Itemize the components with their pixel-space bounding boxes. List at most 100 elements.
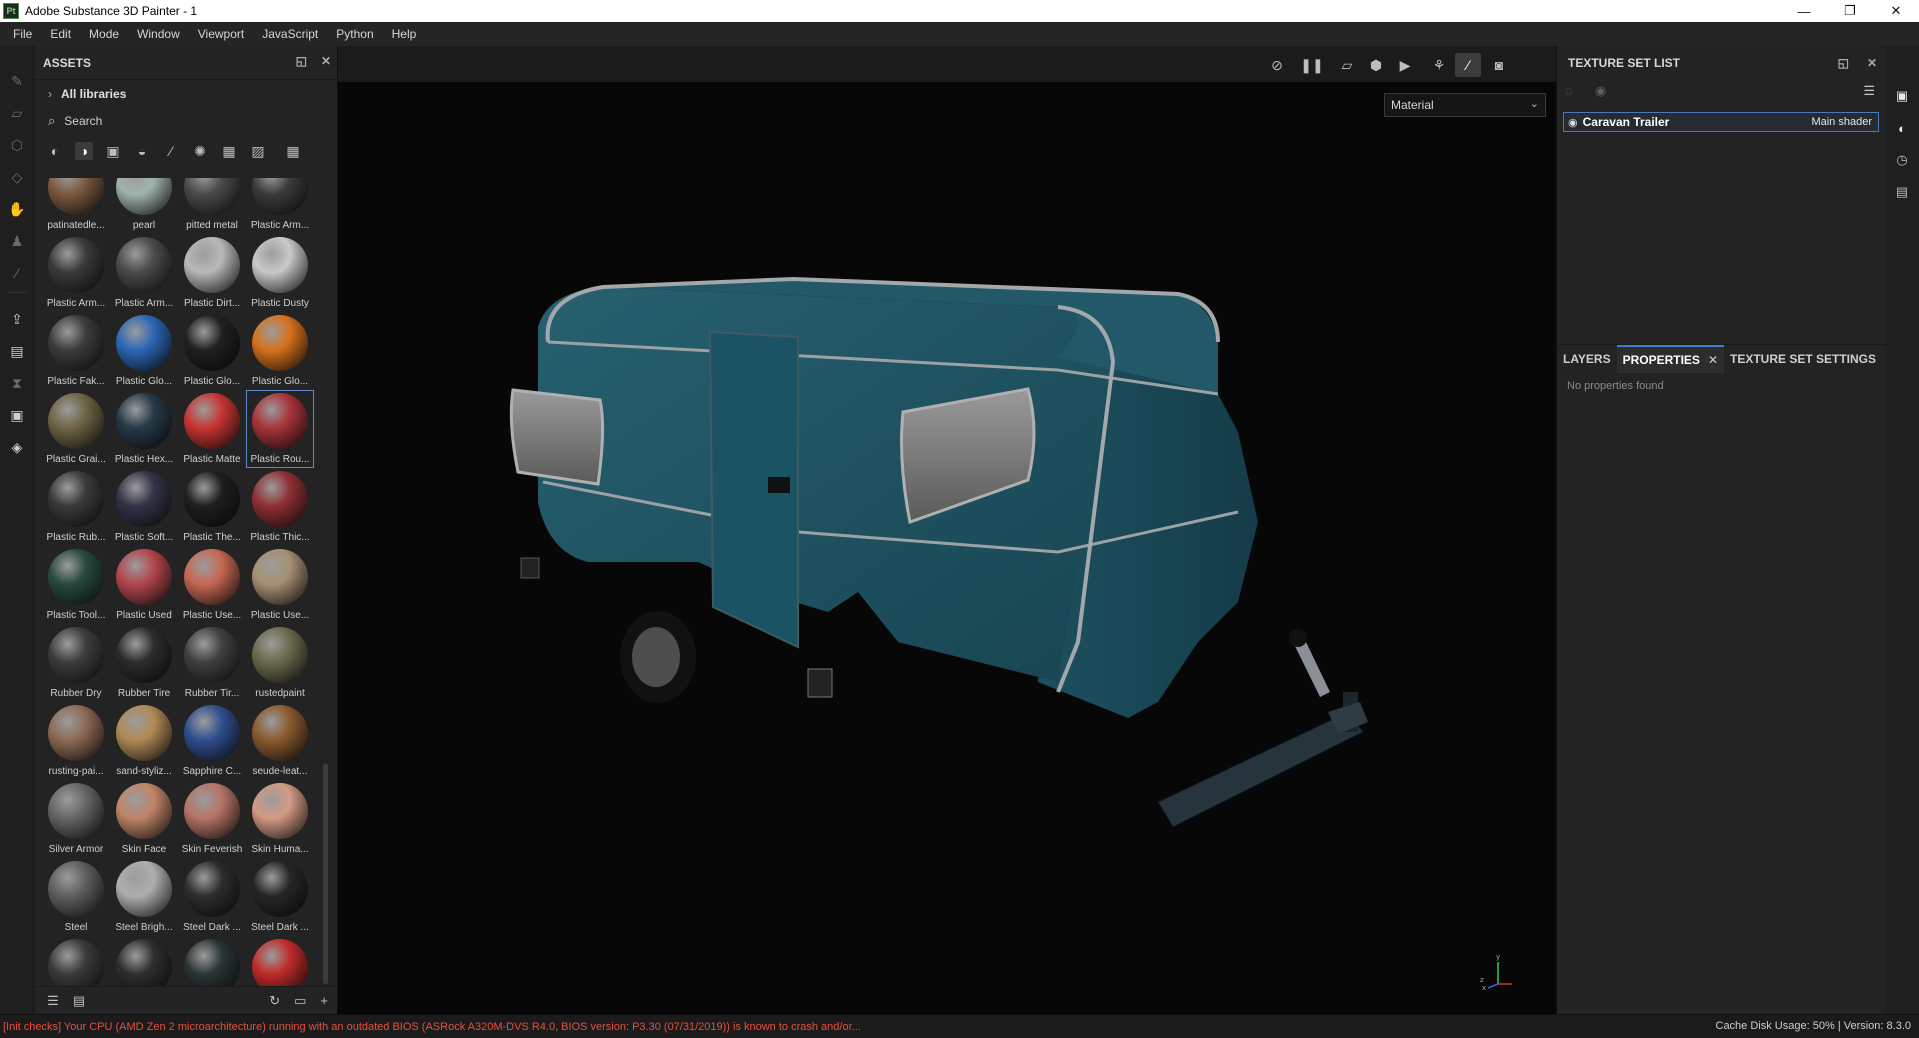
asset-tile[interactable]: rustedpaint — [246, 624, 314, 702]
filter-masks-icon[interactable]: ▣ — [104, 142, 122, 160]
asset-tile[interactable]: sand-styliz... — [110, 702, 178, 780]
close-tab-icon[interactable]: ✕ — [1708, 353, 1718, 367]
menu-help[interactable]: Help — [383, 22, 426, 46]
filter-environments-icon[interactable]: ▨ — [249, 142, 267, 160]
asset-tile[interactable] — [246, 936, 314, 986]
symmetry-icon[interactable]: ⚘ — [1426, 53, 1452, 77]
viewport[interactable]: ⊘ ❚❚ ▱ ⬢ ▶ ⚘ ⁄ ◙ Material ⌄ y z x — [338, 46, 1556, 1014]
pause-icon[interactable]: ❚❚ — [1299, 53, 1325, 77]
asset-tile[interactable]: Plastic Matte — [178, 390, 246, 468]
color-picker-tool-icon[interactable]: ⁄ — [6, 262, 28, 284]
filter-options-icon[interactable]: ▤ — [67, 993, 91, 1009]
caravan-trailer-model[interactable] — [338, 82, 1556, 1014]
asset-tile[interactable]: Plastic Arm... — [42, 234, 110, 312]
asset-tile[interactable]: Plastic Arm... — [246, 178, 314, 234]
camera-icon[interactable]: ▶ — [1392, 53, 1418, 77]
asset-tile[interactable]: Plastic Rub... — [42, 468, 110, 546]
asset-tile[interactable]: Plastic Grai... — [42, 390, 110, 468]
menu-window[interactable]: Window — [128, 22, 189, 46]
asset-tile[interactable]: Sapphire C... — [178, 702, 246, 780]
asset-tile[interactable]: patinatedle... — [42, 178, 110, 234]
refresh-icon[interactable]: ↻ — [269, 993, 280, 1009]
asset-tile[interactable]: Plastic Glo... — [178, 312, 246, 390]
menu-javascript[interactable]: JavaScript — [253, 22, 327, 46]
filter-textures-icon[interactable]: ▦ — [220, 142, 238, 160]
shelf-icon[interactable]: ◈ — [6, 436, 28, 458]
asset-tile[interactable]: pearl — [110, 178, 178, 234]
asset-tile[interactable]: Skin Feverish — [178, 780, 246, 858]
tab-texture-set-settings[interactable]: TEXTURE SET SETTINGS — [1724, 345, 1882, 373]
close-panel-icon[interactable]: ✕ — [321, 54, 331, 68]
asset-tile[interactable]: Steel — [42, 858, 110, 936]
menu-icon[interactable]: ☰ — [1863, 83, 1875, 99]
visibility-eye-icon[interactable]: ◉ — [1568, 116, 1578, 129]
library-icon[interactable]: ▣ — [6, 404, 28, 426]
asset-tile[interactable]: Plastic Glo... — [246, 312, 314, 390]
projection-tool-icon[interactable]: ⬡ — [6, 134, 28, 156]
asset-tile[interactable]: Plastic Arm... — [110, 234, 178, 312]
log-icon[interactable]: ▤ — [1892, 182, 1912, 202]
filter-generators-icon[interactable]: ◒ — [133, 142, 151, 160]
asset-tile[interactable]: Skin Huma... — [246, 780, 314, 858]
asset-tile[interactable]: Plastic The... — [178, 468, 246, 546]
menu-edit[interactable]: Edit — [41, 22, 80, 46]
close-panel-icon[interactable]: ✕ — [1867, 56, 1877, 70]
bake-icon[interactable]: ▤ — [6, 340, 28, 362]
asset-tile[interactable]: Plastic Use... — [178, 546, 246, 624]
asset-tile[interactable]: Plastic Hex... — [110, 390, 178, 468]
asset-tile[interactable]: Plastic Dusty — [246, 234, 314, 312]
menu-mode[interactable]: Mode — [80, 22, 128, 46]
asset-tile[interactable] — [42, 936, 110, 986]
asset-tile[interactable]: Skin Face — [110, 780, 178, 858]
assets-scrollbar[interactable] — [323, 764, 328, 984]
close-button[interactable]: ✕ — [1873, 0, 1919, 22]
hide-all-icon[interactable]: ◌ — [1565, 83, 1573, 98]
eraser-tool-icon[interactable]: ▱ — [6, 102, 28, 124]
search-input[interactable]: ⌕ Search — [34, 108, 337, 134]
init-check-warning[interactable]: [Init checks] Your CPU (AMD Zen 2 microa… — [0, 1021, 861, 1033]
clone-tool-icon[interactable]: ♟ — [6, 230, 28, 252]
asset-tile[interactable]: pitted metal — [178, 178, 246, 234]
asset-tile[interactable]: seude-leat... — [246, 702, 314, 780]
asset-tile[interactable]: Plastic Dirt... — [178, 234, 246, 312]
export-icon[interactable]: ⇪ — [6, 308, 28, 330]
paint-mode-icon[interactable]: ⁄ — [1455, 53, 1481, 77]
polygon-fill-tool-icon[interactable]: ◇ — [6, 166, 28, 188]
undock-icon[interactable]: ◱ — [296, 54, 307, 68]
filter-materials-icon[interactable]: ◐ — [46, 142, 64, 160]
tab-properties[interactable]: PROPERTIES ✕ — [1616, 344, 1724, 373]
minimize-button[interactable]: — — [1781, 0, 1827, 22]
asset-tile[interactable]: Rubber Dry — [42, 624, 110, 702]
texture-set-item[interactable]: ◉ Caravan Trailer Main shader — [1563, 112, 1879, 132]
screenshot-icon[interactable]: ◙ — [1486, 53, 1512, 77]
asset-tile[interactable]: Plastic Used — [110, 546, 178, 624]
history-icon[interactable]: ◷ — [1892, 150, 1912, 170]
filter-smart-materials-icon[interactable]: ◑ — [75, 142, 93, 160]
filter-alphas-icon[interactable]: ✺ — [191, 142, 209, 160]
undock-icon[interactable]: ◱ — [1838, 56, 1849, 70]
add-icon[interactable]: + — [320, 993, 328, 1009]
library-selector[interactable]: › All libraries — [34, 80, 337, 108]
asset-tile[interactable] — [178, 936, 246, 986]
folder-icon[interactable]: ▭ — [294, 993, 306, 1009]
asset-tile[interactable]: Plastic Glo... — [110, 312, 178, 390]
asset-tile[interactable]: Steel Dark ... — [178, 858, 246, 936]
menu-viewport[interactable]: Viewport — [189, 22, 253, 46]
asset-tile[interactable]: Plastic Soft... — [110, 468, 178, 546]
list-options-icon[interactable]: ☰ — [41, 993, 65, 1009]
asset-tile[interactable]: Plastic Use... — [246, 546, 314, 624]
asset-tile[interactable]: Silver Armor — [42, 780, 110, 858]
hide-icon[interactable]: ⊘ — [1264, 53, 1290, 77]
3d-view-icon[interactable]: ⬢ — [1363, 53, 1389, 77]
menu-python[interactable]: Python — [327, 22, 382, 46]
menu-file[interactable]: File — [4, 22, 41, 46]
2d-view-icon[interactable]: ▱ — [1334, 53, 1360, 77]
texture-set-shader[interactable]: Main shader — [1811, 116, 1872, 128]
asset-tile[interactable]: Plastic Thic... — [246, 468, 314, 546]
asset-tile[interactable]: rusting-pai... — [42, 702, 110, 780]
hourglass-icon[interactable]: ⧗ — [6, 372, 28, 394]
shader-settings-icon[interactable]: ◐ — [1892, 118, 1912, 138]
filter-brushes-icon[interactable]: ⁄ — [162, 142, 180, 160]
grid-view-icon[interactable]: ▦ — [284, 142, 302, 160]
asset-tile[interactable]: Steel Dark ... — [246, 858, 314, 936]
